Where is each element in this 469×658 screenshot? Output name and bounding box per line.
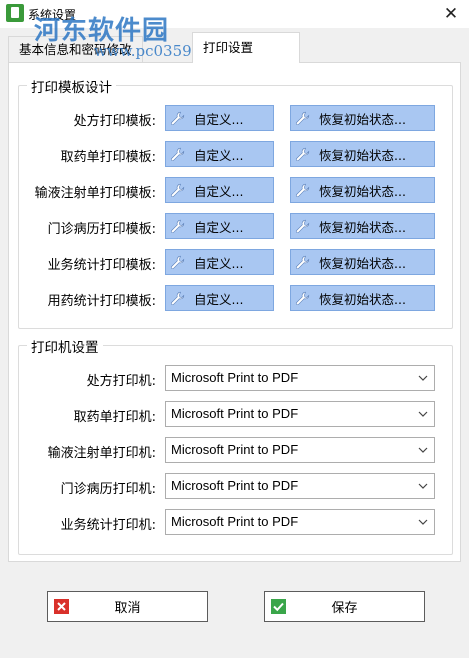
printer-row-label: 门诊病历打印机: [60,482,156,497]
cancel-button[interactable]: 取消 [47,591,208,622]
printer-select-value: Microsoft Print to PDF [171,406,299,421]
printer-row-label: 取药单打印机: [73,410,156,425]
restore-default-button[interactable]: 恢复初始状态... [290,177,435,203]
template-row-label: 用药统计打印模板: [47,294,156,309]
restore-default-button[interactable]: 恢复初始状态... [290,285,435,311]
cancel-x-icon [54,599,69,614]
wrench-icon [166,111,190,126]
wrench-icon [166,183,190,198]
wrench-icon [166,147,190,162]
restore-default-button-label: 恢复初始状态... [319,111,406,127]
window-title: 系统设置 [28,8,77,22]
wrench-icon [291,147,315,162]
printer-select[interactable]: Microsoft Print to PDF [165,473,435,499]
wrench-icon [291,291,315,306]
printer-select-value: Microsoft Print to PDF [171,442,299,457]
restore-default-button[interactable]: 恢复初始状态... [290,249,435,275]
chevron-down-icon [417,510,429,534]
wrench-icon [166,291,190,306]
title-bar: 系统设置 ✕ [0,0,469,28]
printer-select-value: Microsoft Print to PDF [171,514,299,529]
printer-select-value: Microsoft Print to PDF [171,478,299,493]
template-row-label: 取药单打印模板: [60,150,156,165]
wrench-icon [166,255,190,270]
printer-select[interactable]: Microsoft Print to PDF [165,509,435,535]
restore-default-button-label: 恢复初始状态... [319,147,406,163]
template-row-label: 处方打印模板: [73,114,156,129]
customize-button-label: 自定义... [194,111,244,127]
customize-button-label: 自定义... [194,147,244,163]
restore-default-button-label: 恢复初始状态... [319,255,406,271]
print-settings-panel: 打印模板设计 处方打印模板: 自定义... 恢复初始状态... 取药单打印模板: 自定义… [8,62,461,562]
check-icon [271,599,286,614]
wrench-icon [291,219,315,234]
restore-default-button-label: 恢复初始状态... [319,291,406,307]
printer-select[interactable]: Microsoft Print to PDF [165,401,435,427]
printer-row-label: 业务统计打印机: [60,518,156,533]
customize-button[interactable]: 自定义... [165,249,274,275]
cancel-label: 取消 [114,601,141,616]
wrench-icon [291,183,315,198]
customize-button-label: 自定义... [194,291,244,307]
printer-row-label: 处方打印机: [86,374,156,389]
restore-default-button-label: 恢复初始状态... [319,183,406,199]
template-group-title: 打印模板设计 [27,76,116,96]
save-label: 保存 [331,601,358,616]
customize-button[interactable]: 自定义... [165,105,274,131]
printer-group-title: 打印机设置 [27,336,103,356]
template-row-label: 门诊病历打印模板: [47,222,156,237]
customize-button-label: 自定义... [194,219,244,235]
template-row-label: 业务统计打印模板: [47,258,156,273]
printer-select-value: Microsoft Print to PDF [171,370,299,385]
customize-button[interactable]: 自定义... [165,141,274,167]
tab-print-settings[interactable]: 打印设置 [192,32,300,63]
restore-default-button[interactable]: 恢复初始状态... [290,105,435,131]
chevron-down-icon [417,366,429,390]
restore-default-button[interactable]: 恢复初始状态... [290,141,435,167]
template-design-group: 打印模板设计 处方打印模板: 自定义... 恢复初始状态... 取药单打印模板: 自定义… [18,76,453,329]
app-icon [6,4,24,22]
printer-select[interactable]: Microsoft Print to PDF [165,437,435,463]
wrench-icon [166,219,190,234]
chevron-down-icon [417,402,429,426]
restore-default-button[interactable]: 恢复初始状态... [290,213,435,239]
printer-select[interactable]: Microsoft Print to PDF [165,365,435,391]
printer-settings-group: 打印机设置 处方打印机: Microsoft Print to PDF 取药单打印机… [18,336,453,555]
customize-button[interactable]: 自定义... [165,213,274,239]
wrench-icon [291,111,315,126]
template-row-label: 输液注射单打印模板: [34,186,156,201]
wrench-icon [291,255,315,270]
tab-basic-info[interactable]: 基本信息和密码修改 [8,36,143,62]
restore-default-button-label: 恢复初始状态... [319,219,406,235]
customize-button-label: 自定义... [194,255,244,271]
customize-button[interactable]: 自定义... [165,285,274,311]
save-button[interactable]: 保存 [264,591,425,622]
chevron-down-icon [417,474,429,498]
customize-button[interactable]: 自定义... [165,177,274,203]
chevron-down-icon [417,438,429,462]
close-button[interactable]: ✕ [441,4,461,24]
customize-button-label: 自定义... [194,183,244,199]
printer-row-label: 输液注射单打印机: [47,446,156,461]
